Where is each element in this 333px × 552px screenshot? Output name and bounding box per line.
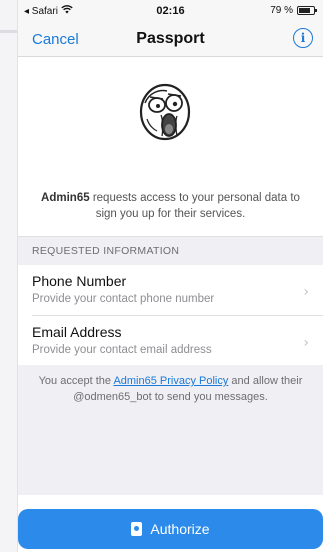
privacy-notice: You accept the Admin65 Privacy Policy an… [18,365,323,405]
status-right: 79 % [270,5,317,16]
battery-percent: 79 % [270,5,293,16]
chevron-right-icon: › [303,284,309,300]
privacy-policy-link[interactable]: Admin65 Privacy Policy [113,375,228,387]
passport-icon [131,522,143,536]
background-panel-right [323,0,333,552]
request-header: Admin65 requests access to your personal… [18,57,323,237]
row-subtitle: Provide your contact phone number [32,293,215,305]
battery-icon [297,6,317,15]
row-title: Phone Number [32,273,127,289]
background-divider [0,30,17,33]
request-description: Admin65 requests access to your personal… [30,190,311,222]
row-subtitle: Provide your contact email address [32,344,212,356]
request-text: requests access to your personal data to… [89,192,300,220]
privacy-prefix: You accept the [38,375,114,387]
phone-number-row[interactable]: Phone Number Provide your contact phone … [18,265,323,315]
info-icon[interactable]: i [293,28,313,48]
requested-info-list: Phone Number Provide your contact phone … [18,265,323,365]
page-title: Passport [136,30,205,47]
email-address-row[interactable]: Email Address Provide your contact email… [18,315,323,365]
bot-avatar [139,83,191,141]
passport-screen: ◂ Safari 02:16 79 % Cancel Passport i Ad… [18,0,323,552]
chevron-right-icon: › [303,335,309,351]
status-bar: ◂ Safari 02:16 79 % [18,0,323,22]
row-title: Email Address [32,324,122,340]
authorize-label: Authorize [150,521,210,537]
bot-name: Admin65 [41,192,90,204]
authorize-button[interactable]: Authorize [18,509,323,549]
navigation-bar: Cancel Passport i [18,22,323,57]
section-header: REQUESTED INFORMATION [32,245,180,257]
background-panel-left [0,0,18,552]
bottom-bar: Authorize [18,495,323,552]
